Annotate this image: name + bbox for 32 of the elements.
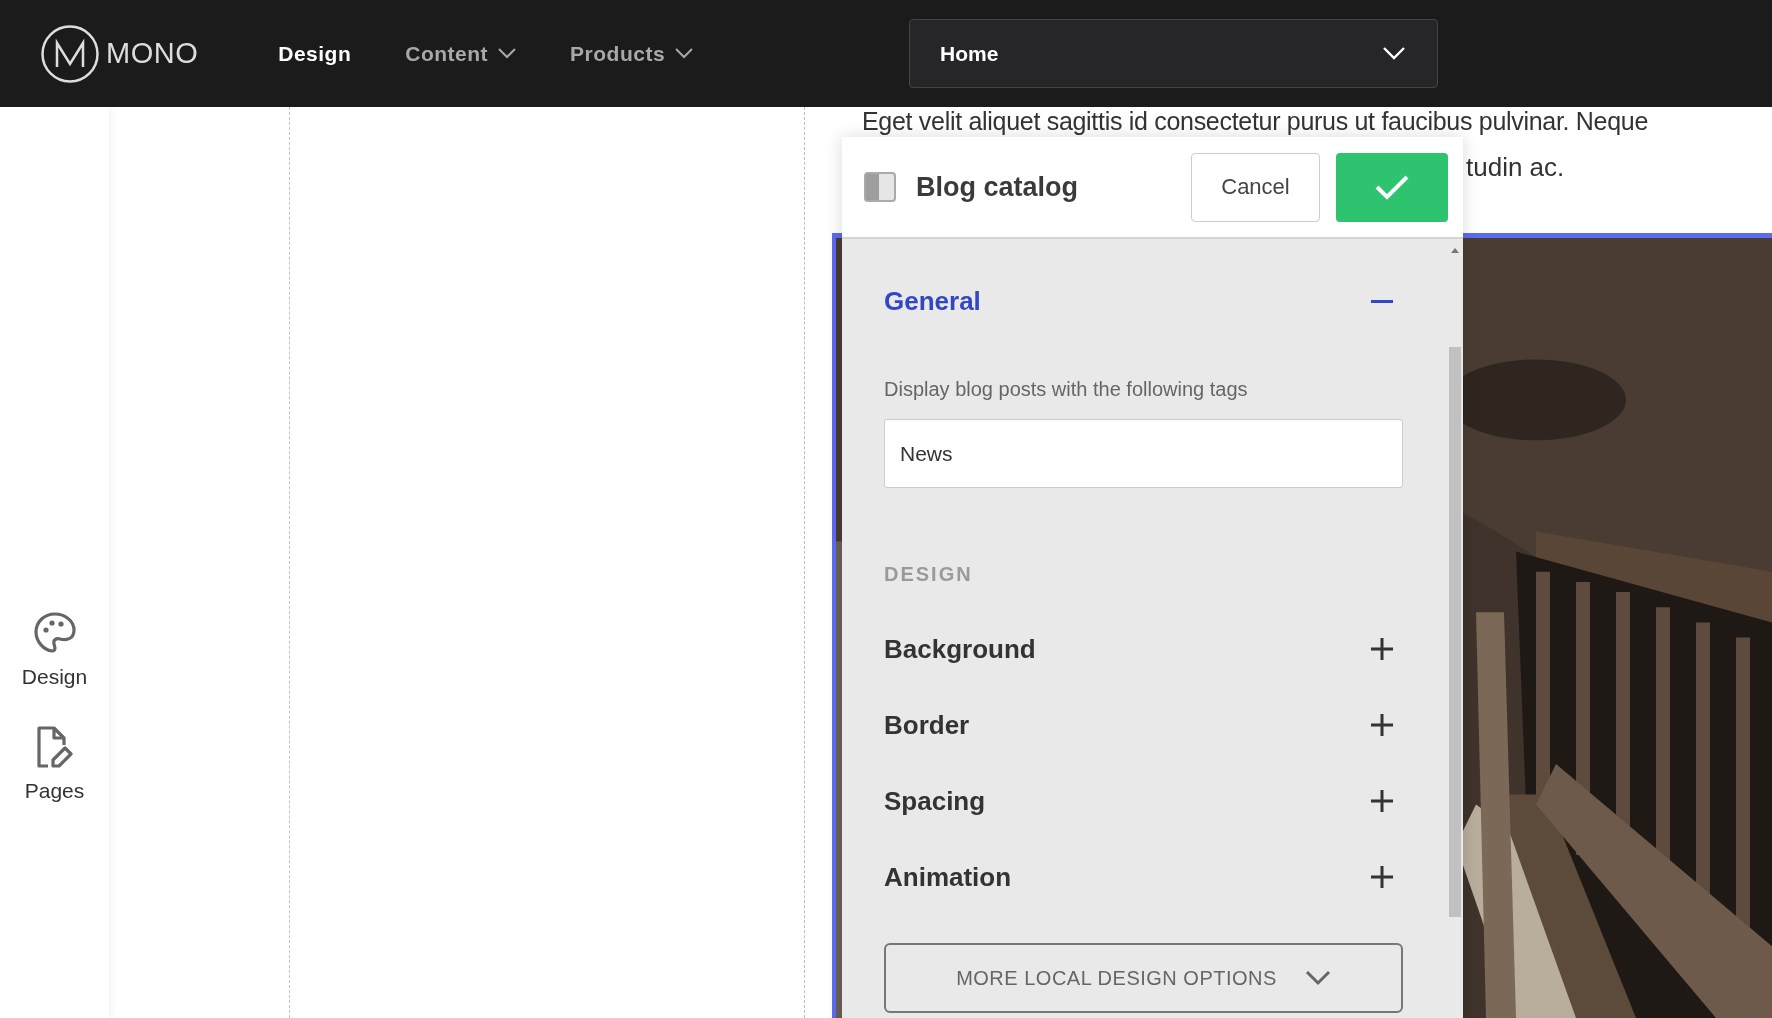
expand-icon[interactable] bbox=[1371, 638, 1393, 660]
sidebar-label[interactable]: Pages bbox=[24, 779, 85, 803]
expand-icon[interactable] bbox=[1371, 790, 1393, 812]
section-title[interactable]: General bbox=[884, 285, 981, 317]
panel-toggle-icon[interactable] bbox=[864, 172, 896, 202]
tags-input-field[interactable]: News bbox=[884, 419, 1403, 488]
scroll-up-icon[interactable] bbox=[1451, 247, 1459, 253]
expand-icon[interactable] bbox=[1371, 714, 1393, 736]
check-icon bbox=[1374, 173, 1410, 201]
nav-item[interactable]: Design bbox=[278, 33, 352, 74]
section-title[interactable]: Background bbox=[884, 633, 1036, 665]
field-label: Display blog posts with the following tags bbox=[884, 377, 1249, 401]
group-heading: DESIGN bbox=[884, 562, 974, 586]
logo-text: MONO bbox=[106, 37, 199, 70]
nav-item[interactable]: Content bbox=[405, 33, 517, 74]
chevron-down-icon bbox=[1383, 47, 1406, 60]
section-title[interactable]: Spacing bbox=[884, 785, 986, 817]
section-title[interactable]: Animation bbox=[884, 861, 1012, 893]
palette-icon bbox=[32, 611, 77, 655]
sidebar-label[interactable]: Design bbox=[21, 665, 88, 689]
body-text: tudin ac. bbox=[1465, 153, 1566, 181]
page-edit-icon bbox=[34, 725, 75, 769]
cancel-button[interactable]: Cancel bbox=[1191, 152, 1320, 222]
chevron-down-icon bbox=[1304, 970, 1331, 986]
panel-title: Blog catalog bbox=[916, 171, 1079, 203]
page-select[interactable]: Home bbox=[909, 19, 1439, 88]
expand-icon[interactable] bbox=[1371, 866, 1393, 888]
nav-item[interactable]: Products bbox=[570, 33, 694, 74]
logo-icon bbox=[40, 23, 100, 84]
section-title[interactable]: Border bbox=[884, 709, 970, 741]
more-options-button[interactable]: MORE LOCAL DESIGN OPTIONS bbox=[884, 943, 1403, 1013]
body-text: Eget velit aliquet sagittis id consectetur purus ut faucibus pulvinar. Neque bbox=[861, 107, 1649, 135]
